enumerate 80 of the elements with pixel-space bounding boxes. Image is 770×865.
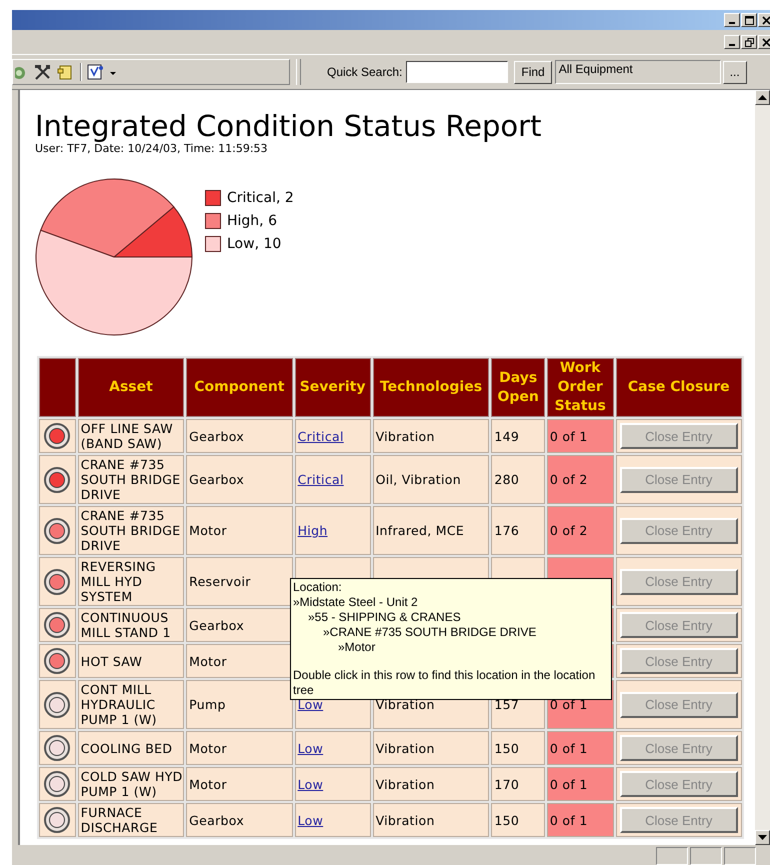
table-cell: Infrared, MCE bbox=[372, 506, 490, 555]
table-cell: COOLING BED bbox=[78, 731, 184, 765]
down-arrow-icon bbox=[758, 835, 767, 840]
close-icon bbox=[762, 38, 770, 46]
search-field[interactable] bbox=[406, 61, 508, 83]
find-button[interactable]: Find bbox=[514, 60, 552, 84]
table-cell: Oil, Vibration bbox=[372, 455, 490, 504]
location-path-item: »CRANE #735 SOUTH BRIDGE DRIVE bbox=[322, 625, 538, 640]
minimize-button[interactable] bbox=[724, 13, 740, 27]
tools-icon[interactable] bbox=[34, 64, 52, 80]
legend-label: Critical, 2 bbox=[227, 190, 294, 206]
location-path-item: »Midstate Steel - Unit 2 bbox=[293, 595, 419, 610]
column-header: Case Closure bbox=[616, 358, 742, 417]
column-header: Technologies bbox=[372, 358, 490, 417]
table-cell: 0 of 1 bbox=[546, 803, 614, 837]
table-cell: CONT MILL HYDRAULIC PUMP 1 (W) bbox=[78, 680, 184, 729]
scroll-up-button[interactable] bbox=[755, 90, 770, 105]
scrollbar[interactable] bbox=[755, 90, 770, 845]
report-title: Integrated Condition Status Report bbox=[35, 110, 542, 142]
scope-field[interactable]: All Equipment bbox=[554, 60, 721, 84]
maximize-button[interactable] bbox=[741, 13, 757, 27]
table-cell: 149 bbox=[491, 419, 545, 453]
table-cell: 0 of 1 bbox=[546, 419, 614, 453]
table-cell: Pump bbox=[186, 680, 293, 729]
tooltip-heading: Location: bbox=[293, 580, 343, 595]
table-cell: 0 of 2 bbox=[546, 455, 614, 504]
close-icon bbox=[762, 16, 770, 24]
table-cell: Gearbox bbox=[186, 419, 293, 453]
table-cell: Reservoir bbox=[186, 557, 293, 606]
table-cell: Motor bbox=[186, 767, 293, 801]
table-cell: 280 bbox=[491, 455, 545, 504]
minimize-button[interactable] bbox=[724, 35, 740, 49]
column-header: Severity bbox=[294, 358, 371, 417]
legend-label: Low, 10 bbox=[227, 236, 282, 252]
table-cell: 0 of 2 bbox=[546, 506, 614, 555]
table-cell: Vibration bbox=[372, 767, 490, 801]
column-header bbox=[39, 358, 76, 417]
table-cell: REVERSING MILL HYD SYSTEM bbox=[78, 557, 184, 606]
table-cell: Gearbox bbox=[186, 608, 293, 642]
table-cell: Vibration bbox=[372, 419, 490, 453]
close-button[interactable] bbox=[758, 13, 770, 27]
status-panel bbox=[690, 847, 722, 865]
table-cell: Motor bbox=[186, 506, 293, 555]
table-cell: Motor bbox=[186, 731, 293, 765]
column-header: Asset bbox=[78, 358, 184, 417]
table-cell: Motor bbox=[186, 644, 293, 678]
table-cell: Vibration bbox=[372, 731, 490, 765]
scroll-down-button[interactable] bbox=[755, 830, 770, 845]
table-cell: 170 bbox=[491, 767, 545, 801]
column-header: Work Order Status bbox=[546, 358, 614, 417]
location-path-item: »55 - SHIPPING & CRANES bbox=[307, 610, 462, 625]
column-header: Days Open bbox=[491, 358, 545, 417]
table-cell: CRANE #735 SOUTH BRIDGE DRIVE bbox=[78, 506, 184, 555]
table-cell: 150 bbox=[491, 803, 545, 837]
maximize-icon bbox=[744, 16, 754, 24]
report-subtitle: User: TF7, Date: 10/24/03, Time: 11:59:53 bbox=[35, 142, 269, 155]
restore-icon bbox=[744, 38, 754, 46]
status-panel bbox=[724, 847, 756, 865]
table-cell: FURNACE DISCHARGE bbox=[78, 803, 184, 837]
close-button[interactable] bbox=[758, 35, 770, 49]
table-cell: OFF LINE SAW (BAND SAW) bbox=[78, 419, 184, 453]
legend-label: High, 6 bbox=[227, 212, 277, 228]
status-panel bbox=[656, 847, 688, 865]
table-cell: CONTINUOUS MILL STAND 1 bbox=[78, 608, 184, 642]
table-cell: 176 bbox=[491, 506, 545, 555]
up-arrow-icon bbox=[758, 95, 767, 100]
table-cell: Gearbox bbox=[186, 803, 293, 837]
table-cell: COLD SAW HYD PUMP 1 (W) bbox=[78, 767, 184, 801]
browse-button[interactable]: ... bbox=[722, 60, 747, 84]
table-cell: 150 bbox=[491, 731, 545, 765]
table-cell: Gearbox bbox=[186, 455, 293, 504]
table-cell: Vibration bbox=[372, 803, 490, 837]
location-path-item: »Motor bbox=[337, 640, 376, 655]
table-cell: 0 of 1 bbox=[546, 767, 614, 801]
table-cell: 0 of 1 bbox=[546, 731, 614, 765]
column-header: Component bbox=[186, 358, 293, 417]
search-label: Quick Search: bbox=[327, 65, 402, 79]
restore-button[interactable] bbox=[741, 35, 757, 49]
table-cell: CRANE #735 SOUTH BRIDGE DRIVE bbox=[78, 455, 184, 504]
table-cell: HOT SAW bbox=[78, 644, 184, 678]
